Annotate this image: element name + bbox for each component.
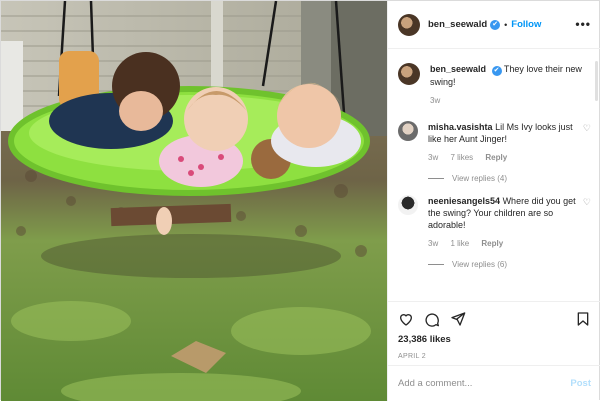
- header-separator: •: [504, 19, 508, 30]
- comment-age: 3w: [428, 153, 439, 162]
- caption: ben_seewald ✔ They love their new swing!…: [398, 63, 591, 107]
- comment-body: neeniesangels54 Where did you get the sw…: [428, 195, 577, 250]
- comment-item: neeniesangels54 Where did you get the sw…: [398, 195, 591, 250]
- post-photo[interactable]: [1, 1, 387, 401]
- comment-likes[interactable]: 7 likes: [450, 153, 473, 162]
- caption-age: 3w: [430, 96, 441, 105]
- add-comment-bar: Post: [388, 365, 600, 401]
- comment-meta: 3w 1 like Reply: [428, 238, 577, 250]
- comment-body: misha.vasishta Lil Ms Ivy looks just lik…: [428, 121, 577, 164]
- view-replies-label: View replies (6): [452, 260, 507, 269]
- view-replies-line: [428, 178, 444, 179]
- commenter-avatar[interactable]: [398, 121, 418, 141]
- view-replies-button[interactable]: View replies (6): [428, 260, 591, 269]
- heart-icon[interactable]: [398, 311, 414, 327]
- comments-scrollbar[interactable]: [595, 61, 598, 101]
- comment-like-heart-icon[interactable]: ♡: [583, 123, 591, 134]
- verified-badge-icon: ✔: [491, 66, 502, 76]
- author-username[interactable]: ben_seewald: [428, 19, 487, 30]
- post-header: ben_seewald ✔ • Follow •••: [388, 1, 600, 49]
- commenter-username[interactable]: misha.vasishta: [428, 122, 493, 132]
- caption-body: ben_seewald ✔ They love their new swing!…: [430, 63, 591, 107]
- bookmark-icon[interactable]: [575, 311, 591, 327]
- view-replies-button[interactable]: View replies (4): [428, 174, 591, 183]
- more-options-icon[interactable]: •••: [575, 17, 591, 31]
- caption-meta: 3w: [430, 95, 591, 107]
- action-icons: [398, 310, 591, 328]
- comment-icon[interactable]: [424, 311, 440, 327]
- comment-like-heart-icon[interactable]: ♡: [583, 197, 591, 208]
- likes-count[interactable]: 23,386 likes: [398, 334, 591, 345]
- share-icon[interactable]: [450, 311, 466, 327]
- comment-likes[interactable]: 1 like: [450, 239, 469, 248]
- view-replies-label: View replies (4): [452, 174, 507, 183]
- comments-list[interactable]: ben_seewald ✔ They love their new swing!…: [388, 49, 600, 301]
- instagram-post: ben_seewald ✔ • Follow ••• ben_seewald ✔…: [0, 0, 600, 401]
- caption-avatar[interactable]: [398, 63, 420, 85]
- post-side-panel: ben_seewald ✔ • Follow ••• ben_seewald ✔…: [387, 1, 600, 401]
- commenter-avatar[interactable]: [398, 195, 418, 215]
- verified-badge-icon: ✔: [490, 19, 501, 30]
- view-replies-line: [428, 264, 444, 265]
- comment-meta: 3w 7 likes Reply: [428, 152, 577, 164]
- comment-item: misha.vasishta Lil Ms Ivy looks just lik…: [398, 121, 591, 164]
- follow-button[interactable]: Follow: [511, 19, 541, 30]
- photo-image: [1, 1, 387, 401]
- reply-button[interactable]: Reply: [481, 239, 503, 248]
- post-date: APRIL 2: [398, 353, 426, 360]
- commenter-username[interactable]: neeniesangels54: [428, 196, 500, 206]
- add-comment-input[interactable]: [398, 378, 571, 389]
- caption-username[interactable]: ben_seewald: [430, 64, 486, 74]
- post-comment-button[interactable]: Post: [570, 378, 591, 389]
- comment-age: 3w: [428, 239, 439, 248]
- author-avatar[interactable]: [398, 13, 420, 36]
- reply-button[interactable]: Reply: [485, 153, 507, 162]
